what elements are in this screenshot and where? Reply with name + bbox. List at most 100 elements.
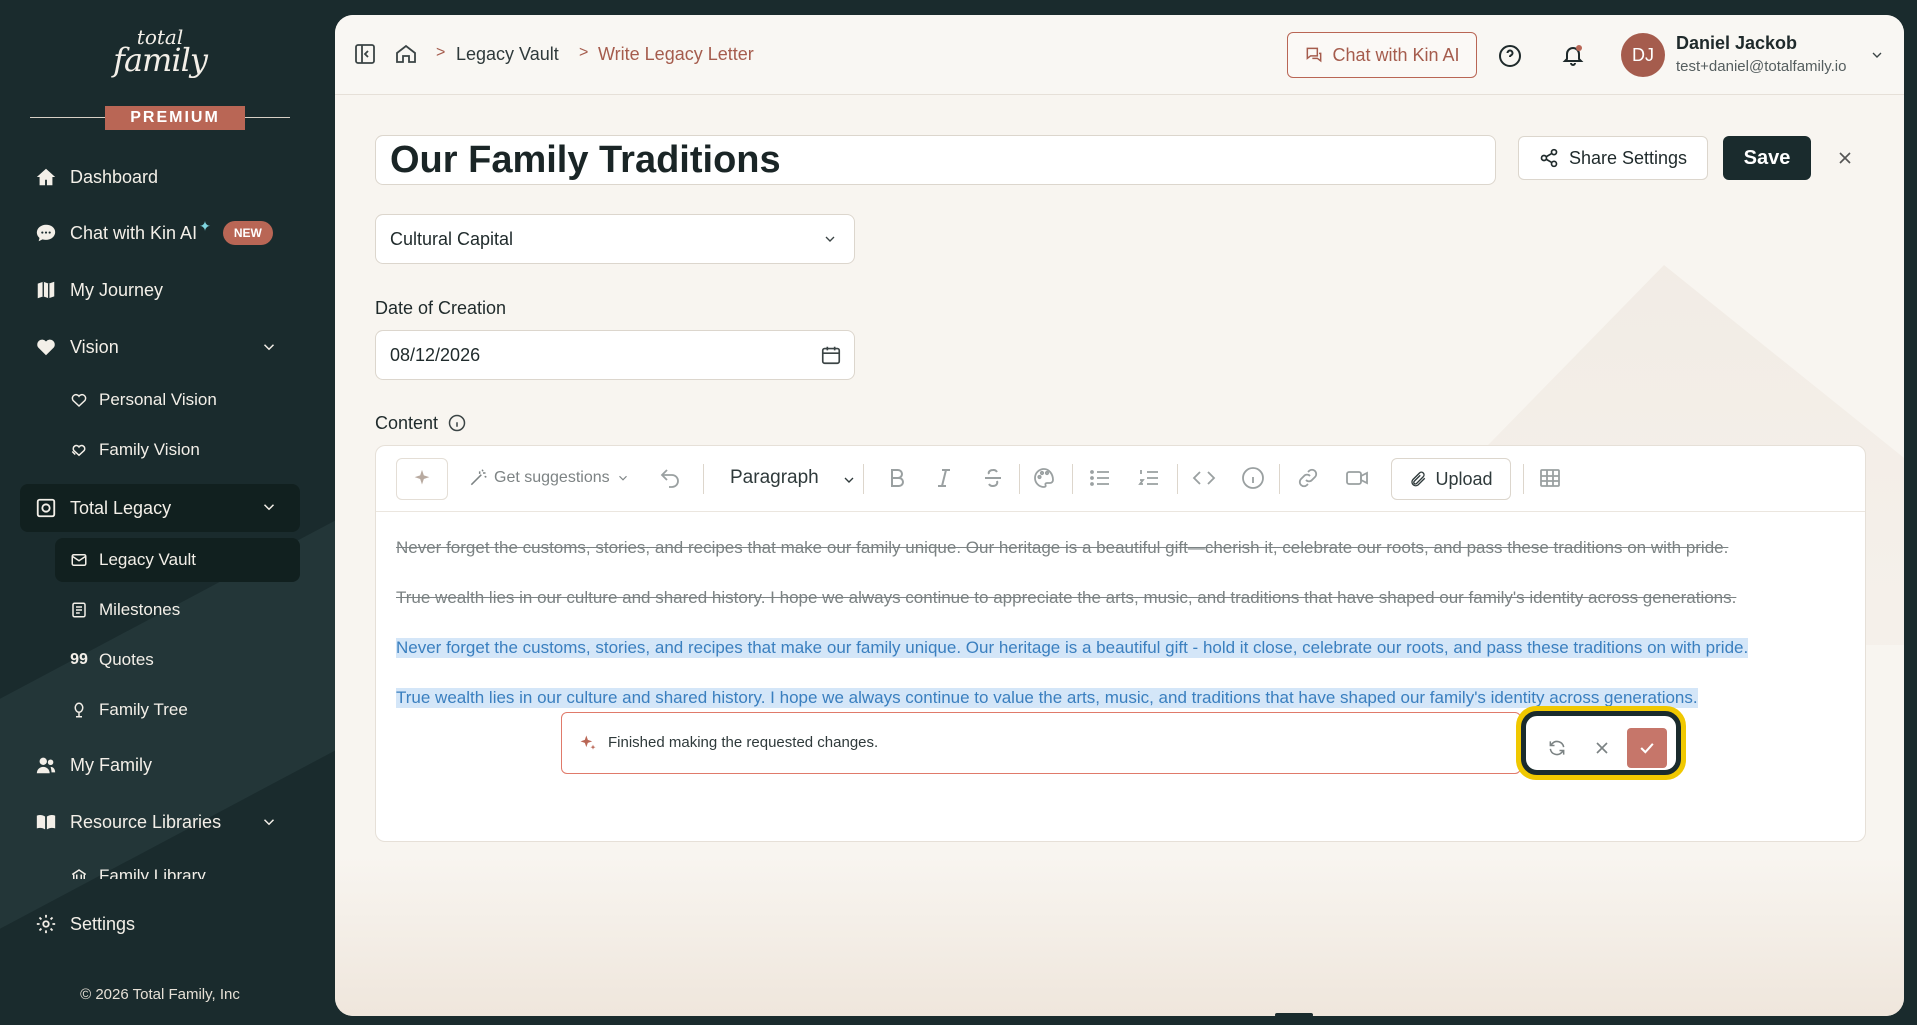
premium-row: PREMIUM <box>30 106 290 130</box>
regenerate-button[interactable] <box>1539 730 1575 766</box>
paperclip-icon <box>1411 471 1426 487</box>
envelope-icon <box>69 550 89 570</box>
sidebar-item-my-family[interactable]: My Family <box>20 742 300 788</box>
user-email: test+daniel@totalfamily.io <box>1676 58 1847 75</box>
user-name: Daniel Jackob <box>1676 33 1798 53</box>
sidebar-item-settings[interactable]: Settings <box>20 901 300 947</box>
heart-icon <box>34 335 58 359</box>
chevron-down-icon[interactable] <box>260 813 278 831</box>
resize-handle[interactable] <box>1275 1013 1313 1016</box>
main-panel: > Legacy Vault > Write Legacy Letter Cha… <box>335 15 1904 1016</box>
table-icon[interactable] <box>1538 466 1562 490</box>
accept-button[interactable] <box>1627 728 1667 768</box>
sparkle-icon <box>580 735 596 750</box>
sidebar-item-chat-kin-ai[interactable]: Chat with Kin AI ✦ NEW <box>20 210 300 256</box>
toolbar-divider <box>863 464 864 494</box>
content-editor[interactable]: Get suggestions Paragraph Upload Never f… <box>375 445 1866 842</box>
content-label: Content <box>375 413 439 433</box>
magic-wand-icon <box>470 469 487 486</box>
chevron-down-icon[interactable] <box>841 472 857 488</box>
home-icon[interactable] <box>394 42 418 66</box>
get-suggestions-dropdown[interactable]: Get suggestions <box>468 468 636 488</box>
ai-status-bar: Finished making the requested changes. <box>561 712 1521 774</box>
date-label: Date of Creation <box>375 298 507 318</box>
copyright-text: © 2026 Total Family, Inc <box>80 986 240 1003</box>
reject-button[interactable] <box>1584 730 1620 766</box>
chat-bubble-icon <box>34 221 58 245</box>
users-icon <box>34 753 58 777</box>
gear-icon <box>34 912 58 936</box>
sparkle-icon <box>414 469 430 485</box>
avatar[interactable]: DJ <box>1621 33 1665 77</box>
upload-button[interactable]: Upload <box>1391 458 1511 500</box>
chevron-down-icon[interactable] <box>1869 47 1885 63</box>
save-button[interactable]: Save <box>1723 136 1811 180</box>
removed-text-line[interactable]: True wealth lies in our culture and shar… <box>396 588 1736 608</box>
sidebar-item-dashboard[interactable]: Dashboard <box>20 154 300 200</box>
close-icon[interactable] <box>1835 148 1855 168</box>
sparkle-icon: ✦ <box>199 217 211 234</box>
code-icon[interactable] <box>1192 466 1216 490</box>
palette-icon[interactable] <box>1032 466 1056 490</box>
sidebar-item-milestones[interactable]: Milestones <box>55 588 300 632</box>
chevron-down-icon[interactable] <box>260 498 278 516</box>
help-icon[interactable] <box>1498 44 1522 68</box>
new-badge: NEW <box>222 221 273 245</box>
info-icon[interactable] <box>448 414 466 432</box>
sidebar-item-total-legacy[interactable]: Total Legacy <box>20 484 300 532</box>
sidebar-item-quotes[interactable]: 99 Quotes <box>55 638 300 682</box>
breadcrumb-separator: > <box>436 44 446 61</box>
chat-kin-ai-button[interactable]: Chat with Kin AI <box>1287 32 1477 78</box>
sidebar-item-personal-vision[interactable]: Personal Vision <box>55 378 300 422</box>
info-icon[interactable] <box>1241 466 1265 490</box>
toolbar-divider <box>1523 464 1524 494</box>
numbered-list-icon[interactable] <box>1137 466 1161 490</box>
italic-icon[interactable] <box>932 466 956 490</box>
toolbar-divider <box>1177 464 1178 494</box>
chevron-down-icon <box>618 475 627 481</box>
document-icon <box>69 600 89 620</box>
calendar-icon[interactable] <box>820 344 842 366</box>
sidebar: total family PREMIUM Dashboard Chat with… <box>0 0 335 1025</box>
ai-action-group <box>1516 706 1686 780</box>
block-type-select[interactable]: Paragraph <box>730 467 819 489</box>
link-icon[interactable] <box>1296 466 1320 490</box>
undo-icon[interactable] <box>658 466 682 490</box>
top-bar: > Legacy Vault > Write Legacy Letter Cha… <box>335 15 1904 95</box>
added-text-line[interactable]: Never forget the customs, stories, and r… <box>396 638 1749 658</box>
sidebar-item-family-library[interactable]: Family Library <box>55 853 300 879</box>
share-settings-button[interactable]: Share Settings <box>1518 136 1708 180</box>
editor-toolbar: Get suggestions Paragraph Upload <box>376 446 1865 512</box>
sidebar-item-my-journey[interactable]: My Journey <box>20 267 300 313</box>
strikethrough-icon[interactable] <box>981 466 1005 490</box>
heart-hands-icon <box>69 440 89 460</box>
tree-icon <box>69 700 89 720</box>
sidebar-item-legacy-vault[interactable]: Legacy Vault <box>55 538 300 582</box>
ai-sparkle-button[interactable] <box>396 458 448 500</box>
sidebar-item-family-tree[interactable]: Family Tree <box>55 688 300 732</box>
sidebar-item-resource-libraries[interactable]: Resource Libraries <box>20 799 300 845</box>
sidebar-item-vision[interactable]: Vision <box>20 324 300 370</box>
sidebar-toggle-icon[interactable] <box>353 42 377 66</box>
vault-icon <box>34 496 58 520</box>
breadcrumb-legacy-vault[interactable]: Legacy Vault <box>456 44 559 65</box>
ai-status-message: Finished making the requested changes. <box>608 734 879 751</box>
added-text-line[interactable]: True wealth lies in our culture and shar… <box>396 688 1698 708</box>
sidebar-item-family-vision[interactable]: Family Vision <box>55 428 300 472</box>
date-input[interactable]: 08/12/2026 <box>375 330 855 380</box>
toolbar-divider <box>1072 464 1073 494</box>
ai-action-panel <box>1521 711 1681 775</box>
bullet-list-icon[interactable] <box>1088 466 1112 490</box>
chevron-down-icon[interactable] <box>260 338 278 356</box>
background-glow <box>335 856 1904 1016</box>
bold-icon[interactable] <box>885 466 909 490</box>
breadcrumb-current: Write Legacy Letter <box>598 44 754 64</box>
category-select[interactable]: Cultural Capital <box>375 214 855 264</box>
title-input[interactable]: Our Family Traditions <box>375 135 1496 185</box>
video-icon[interactable] <box>1345 466 1369 490</box>
map-icon <box>34 278 58 302</box>
brand-logo[interactable]: total family <box>0 27 320 76</box>
bell-icon[interactable] <box>1561 43 1585 67</box>
removed-text-line[interactable]: Never forget the customs, stories, and r… <box>396 538 1728 558</box>
heart-outline-icon <box>69 390 89 410</box>
